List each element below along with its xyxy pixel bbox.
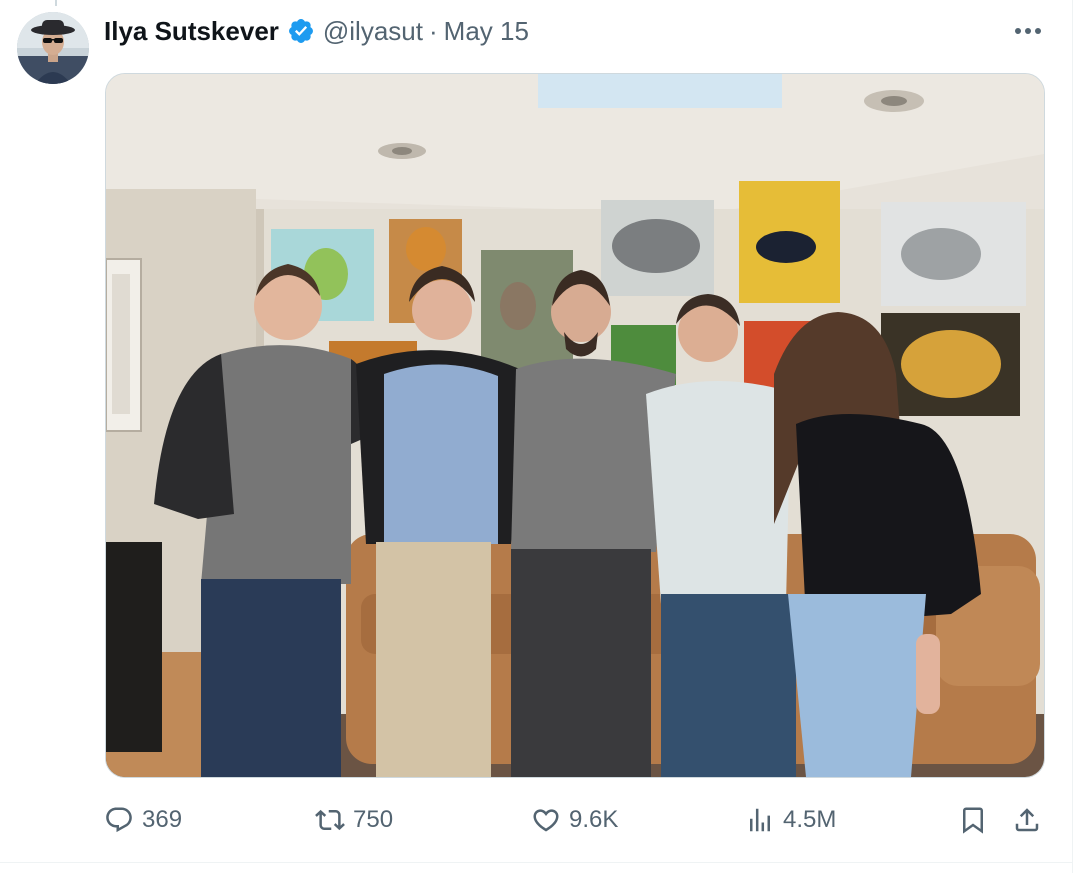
views-button[interactable]: 4.5M bbox=[745, 800, 836, 840]
author-avatar[interactable] bbox=[17, 12, 89, 84]
verified-badge-icon bbox=[287, 17, 315, 45]
like-count: 9.6K bbox=[569, 806, 619, 833]
tweet-actions-bar: 369 750 9.6K 4.5M bbox=[104, 800, 1044, 840]
timeline-border-right bbox=[1072, 0, 1073, 873]
reply-button[interactable]: 369 bbox=[104, 800, 182, 840]
header-separator: · bbox=[428, 15, 438, 46]
bookmark-icon bbox=[963, 807, 983, 834]
ellipsis-icon bbox=[1015, 28, 1021, 34]
reply-count: 369 bbox=[142, 806, 183, 833]
share-button[interactable] bbox=[1012, 800, 1042, 840]
view-count: 4.5M bbox=[783, 806, 837, 833]
like-button[interactable]: 9.6K bbox=[531, 800, 618, 840]
heart-icon bbox=[533, 809, 559, 832]
thread-connector bbox=[55, 0, 57, 6]
tweet-date[interactable]: May 15 bbox=[444, 16, 529, 47]
retweet-icon bbox=[315, 809, 345, 831]
author-name[interactable]: Ilya Sutskever bbox=[104, 16, 279, 47]
reply-icon bbox=[106, 807, 132, 833]
more-options-button[interactable] bbox=[1012, 18, 1044, 44]
bookmark-button[interactable] bbox=[958, 800, 988, 840]
share-icon bbox=[1015, 808, 1039, 832]
analytics-icon bbox=[750, 808, 770, 832]
author-handle[interactable]: @ilyasut bbox=[323, 16, 423, 47]
group-photo-image bbox=[106, 74, 1044, 777]
tweet-photo[interactable] bbox=[105, 73, 1045, 778]
tweet-divider bbox=[0, 862, 1073, 863]
retweet-count: 750 bbox=[353, 806, 394, 833]
avatar-image bbox=[17, 12, 89, 84]
retweet-button[interactable]: 750 bbox=[315, 800, 393, 840]
tweet-header: Ilya Sutskever @ilyasut · May 15 bbox=[104, 12, 529, 50]
